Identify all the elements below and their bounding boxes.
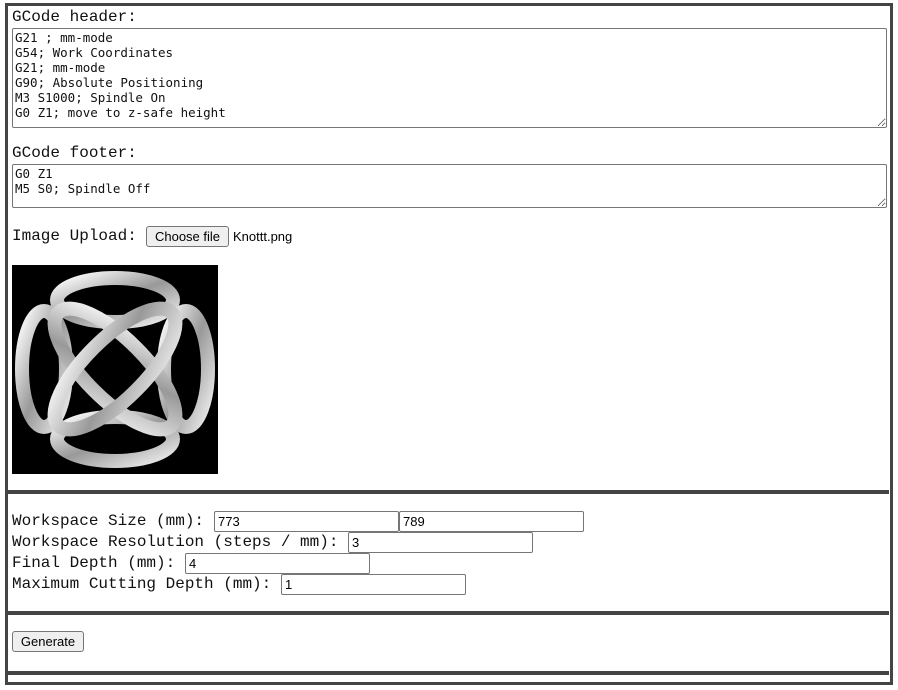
workspace-resolution-label: Workspace Resolution (steps / mm): — [12, 533, 339, 551]
gcode-footer-textarea[interactable] — [12, 164, 887, 208]
image-upload-label: Image Upload: — [12, 227, 137, 245]
divider — [8, 611, 889, 615]
uploaded-image-preview — [12, 265, 218, 474]
bottom-border — [5, 682, 893, 685]
max-cutting-depth-input[interactable] — [281, 574, 466, 595]
max-cutting-depth-label: Maximum Cutting Depth (mm): — [12, 575, 272, 593]
gcode-footer-label: GCode footer: — [12, 144, 137, 162]
workspace-width-input[interactable] — [214, 511, 399, 532]
workspace-resolution-input[interactable] — [348, 532, 533, 553]
gcode-header-textarea[interactable] — [12, 28, 887, 128]
divider — [8, 490, 889, 494]
final-depth-input[interactable] — [185, 553, 370, 574]
file-name: Knottt.png — [233, 229, 293, 244]
divider — [8, 671, 889, 675]
generate-button[interactable]: Generate — [12, 631, 84, 652]
workspace-size-label: Workspace Size (mm): — [12, 512, 205, 530]
workspace-height-input[interactable] — [399, 511, 584, 532]
choose-file-button[interactable]: Choose file — [146, 226, 229, 247]
gcode-header-label: GCode header: — [12, 8, 137, 26]
final-depth-label: Final Depth (mm): — [12, 554, 176, 572]
